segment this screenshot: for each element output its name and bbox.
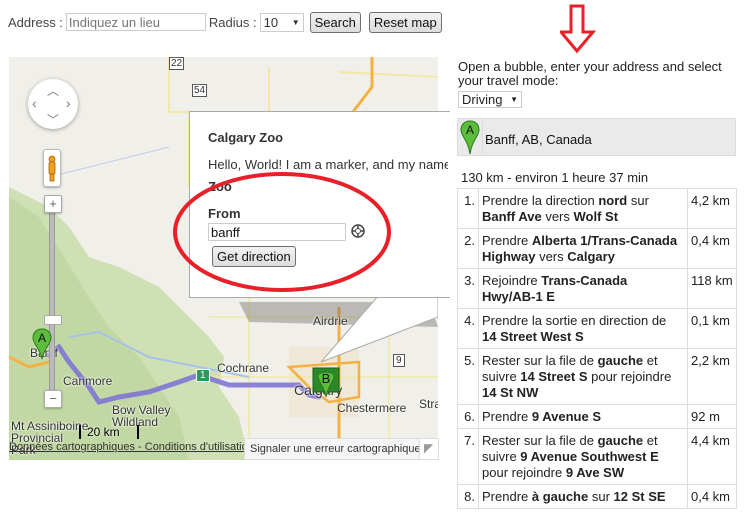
step-instruction: Prendre Alberta 1/Trans-Canada Highway v…	[478, 228, 688, 269]
chevron-down-icon: ▼	[291, 17, 300, 27]
step-number: 6.	[457, 404, 479, 429]
address-input[interactable]	[65, 13, 206, 31]
marker-a-icon-label: A	[466, 123, 474, 137]
street-view-pegman[interactable]	[43, 149, 61, 187]
direction-step-row[interactable]: 6. Prendre 9 Avenue S 92 m	[457, 404, 737, 429]
search-button[interactable]: Search	[309, 11, 361, 33]
step-distance: 118 km	[687, 268, 737, 309]
highway-shield-9: 9	[393, 354, 405, 367]
step-distance: 0,1 km	[687, 308, 737, 349]
pegman-icon	[48, 155, 56, 182]
radius-value: 10	[263, 14, 279, 30]
pan-up-icon[interactable]: ︿	[47, 82, 59, 99]
expand-map-icon[interactable]: ◤	[419, 438, 439, 460]
step-instruction: Prendre la direction nord sur Banff Ave …	[478, 188, 688, 229]
travel-mode-select[interactable]: Driving ▼	[458, 91, 522, 108]
highway-shield-1: 1	[196, 369, 210, 382]
step-number: 2.	[457, 228, 479, 269]
pan-down-icon[interactable]: ﹀	[47, 111, 59, 128]
zoom-slider-handle[interactable]	[44, 315, 62, 325]
map-label-strath: Strath	[419, 397, 438, 411]
map-scale: 20 km	[79, 425, 139, 439]
map-label-chestermere: Chestermere	[337, 401, 407, 415]
step-number: 4.	[457, 308, 479, 349]
marker-b[interactable]: B	[312, 367, 340, 401]
zoom-in-button[interactable]: +	[44, 195, 62, 213]
search-toolbar: Address : Radius : 10 ▼ Search Reset map	[8, 11, 442, 33]
map-label-airdrie: Airdrie	[313, 314, 348, 328]
annotation-ellipse	[173, 172, 391, 292]
report-map-error-button[interactable]: Signaler une erreur cartographique	[244, 438, 427, 460]
marker-b-label: B	[322, 371, 331, 386]
zoom-out-button[interactable]: −	[44, 390, 62, 408]
radius-label: Radius :	[208, 14, 257, 30]
start-address: Banff, AB, Canada	[485, 132, 592, 147]
reset-map-button[interactable]: Reset map	[368, 11, 442, 33]
radius-select[interactable]: 10 ▼	[259, 12, 304, 32]
pan-control[interactable]: ︿ ﹀ ‹ ›	[28, 79, 78, 129]
map-scale-label: 20 km	[87, 425, 120, 439]
directions-instructions: Open a bubble, enter your address and se…	[458, 59, 722, 88]
address-label: Address :	[8, 14, 63, 30]
travel-mode-value: Driving	[462, 92, 503, 107]
step-distance: 0,4 km	[687, 484, 737, 509]
step-distance: 0,4 km	[687, 228, 737, 269]
chevron-down-icon: ▼	[510, 95, 518, 104]
direction-step-row[interactable]: 1. Prendre la direction nord sur Banff Av…	[457, 188, 737, 229]
direction-step-row[interactable]: 3. Rejoindre Trans-Canada Hwy/AB-1 E 118 k…	[457, 268, 737, 309]
step-number: 1.	[457, 188, 479, 229]
step-number: 5.	[457, 348, 479, 405]
map-label-canmore: Canmore	[63, 374, 113, 388]
annotation-down-arrow-icon	[560, 4, 596, 54]
step-distance: 4,4 km	[687, 428, 737, 485]
direction-step-row[interactable]: 2. Prendre Alberta 1/Trans-Canada Highway…	[457, 228, 737, 269]
marker-a-icon: A	[460, 120, 480, 155]
map-data-terms-link[interactable]: Données cartographiques - Conditions d'u…	[9, 441, 254, 453]
direction-step-row[interactable]: 4. Prendre la sortie en direction de 14 S…	[457, 308, 737, 349]
direction-step-row[interactable]: 5. Rester sur la file de gauche et suivre…	[457, 348, 737, 405]
direction-step-row[interactable]: 8. Prendre à gauche sur 12 St SE 0,4 km	[457, 484, 737, 509]
map-footer-links[interactable]: Données cartographiques - Conditions d'u…	[9, 441, 254, 453]
pan-right-icon[interactable]: ›	[66, 95, 71, 111]
pan-left-icon[interactable]: ‹	[32, 95, 37, 111]
step-distance: 2,2 km	[687, 348, 737, 405]
directions-steps-table: 1. Prendre la direction nord sur Banff Av…	[457, 188, 737, 509]
step-instruction: Prendre la sortie en direction de 14 Str…	[478, 308, 688, 349]
step-number: 7.	[457, 428, 479, 485]
step-distance: 92 m	[687, 404, 737, 429]
step-instruction: Rester sur la file de gauche et suivre 9…	[478, 428, 688, 485]
step-number: 8.	[457, 484, 479, 509]
direction-step-row[interactable]: 7. Rester sur la file de gauche et suivre…	[457, 428, 737, 485]
step-instruction: Prendre 9 Avenue S	[478, 404, 688, 429]
marker-a-label: A	[38, 331, 46, 345]
step-instruction: Prendre à gauche sur 12 St SE	[478, 484, 688, 509]
directions-start-row: A Banff, AB, Canada	[457, 118, 736, 156]
step-instruction: Rester sur la file de gauche et suivre 1…	[478, 348, 688, 405]
highway-shield-22: 22	[169, 57, 185, 70]
info-window-title: Calgary Zoo	[208, 130, 284, 145]
route-summary: 130 km - environ 1 heure 37 min	[461, 170, 649, 185]
map-label-cochrane: Cochrane	[217, 361, 270, 375]
step-distance: 4,2 km	[687, 188, 737, 229]
step-number: 3.	[457, 268, 479, 309]
step-instruction: Rejoindre Trans-Canada Hwy/AB-1 E	[478, 268, 688, 309]
start-marker-cell: A	[458, 119, 483, 155]
highway-shield-54: 54	[192, 84, 208, 97]
zoom-slider-track[interactable]	[49, 207, 55, 397]
marker-a[interactable]: A	[32, 328, 52, 360]
